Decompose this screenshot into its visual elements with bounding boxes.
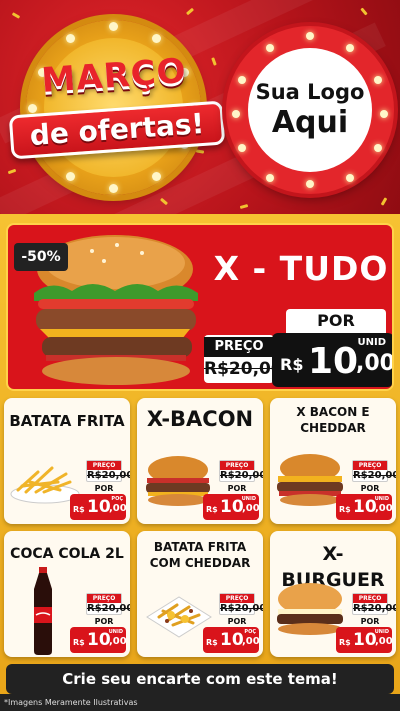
old-price: R$20,00 (353, 470, 396, 481)
por-label: POR (227, 617, 247, 626)
preco-label: PREÇO (353, 594, 387, 603)
disclaimer-text: *Imagens Meramente Ilustrativas (0, 694, 400, 711)
product-card[interactable]: BATATA FRITA PREÇO R$20,00 POR POÇ R$ 10… (4, 398, 130, 524)
featured-old-price: R$20,00 (204, 359, 283, 379)
unit-label: POÇ (111, 496, 123, 502)
price-tag: UNID R$ 10 ,00 (70, 627, 127, 653)
price-dec: ,00 (242, 503, 260, 514)
cta-banner[interactable]: Crie seu encarte com este tema! (6, 664, 394, 694)
preco-label: PREÇO (220, 594, 254, 603)
old-price: R$20,00 (220, 470, 263, 481)
price-int: 10 (87, 497, 111, 517)
preco-label: PREÇO (353, 461, 387, 470)
price-int: 10 (87, 630, 111, 650)
price-dec: ,00 (375, 636, 393, 647)
price-tag: POÇ R$ 10 ,00 (203, 627, 260, 653)
product-name: COCA COLA 2L (10, 546, 124, 562)
old-price-box: PREÇO R$20,00 (86, 460, 130, 482)
old-price-box: PREÇO R$20,00 (219, 460, 263, 482)
featured-por-label: POR (286, 309, 386, 333)
price-tag: UNID R$ 10 ,00 (336, 627, 393, 653)
price-dec: ,00 (242, 636, 260, 647)
product-card[interactable]: COCA COLA 2L PREÇO R$20,00 POR UNID R$ 1… (4, 531, 130, 657)
product-name: X-BACON (146, 407, 254, 431)
price-int: 10 (353, 630, 377, 650)
featured-product-name: X - TUDO (213, 249, 389, 288)
price-dec: ,00 (109, 503, 127, 514)
featured-currency: R$ (280, 355, 304, 374)
product-card[interactable]: X-BURGUER PREÇO R$20,00 POR UNID R$ 10 ,… (270, 531, 396, 657)
preco-label: PREÇO (220, 461, 254, 470)
featured-price-dec: ,00 (356, 351, 394, 376)
price-int: 10 (353, 497, 377, 517)
old-price-box: PREÇO R$20,00 (86, 593, 130, 615)
por-label: POR (360, 617, 380, 626)
old-price: R$20,00 (353, 603, 396, 614)
currency: R$ (73, 638, 85, 647)
por-label: POR (94, 617, 114, 626)
currency: R$ (339, 505, 351, 514)
price-dec: ,00 (109, 636, 127, 647)
product-card[interactable]: X BACON E CHEDDAR PREÇO R$20,00 POR UNID… (270, 398, 396, 524)
featured-preco-label: PREÇO (204, 337, 274, 357)
old-price-box: PREÇO R$20,00 (219, 593, 263, 615)
featured-unit-label: UNID (357, 337, 386, 348)
logo-placeholder: Sua Logo Aqui (226, 26, 394, 194)
header-banner: MARÇO de ofertas! Sua Logo Aqui (0, 0, 400, 218)
currency: R$ (339, 638, 351, 647)
featured-price-tag: UNID R$ 10 ,00 (272, 333, 394, 387)
old-price: R$20,00 (87, 470, 130, 481)
discount-badge: -50% (14, 243, 68, 271)
currency: R$ (206, 505, 218, 514)
product-card[interactable]: BATATA FRITA COM CHEDDAR PREÇO R$20,00 P… (137, 531, 263, 657)
featured-old-price-box: PREÇO R$20,00 (204, 335, 283, 383)
logo-text-line1: Sua Logo (255, 80, 365, 104)
currency: R$ (206, 638, 218, 647)
old-price: R$20,00 (87, 603, 130, 614)
old-price-box: PREÇO R$20,00 (352, 593, 396, 615)
price-dec: ,00 (375, 503, 393, 514)
por-label: POR (94, 484, 114, 493)
product-card[interactable]: X-BACON PREÇO R$20,00 POR UNID R$ 10 ,00 (137, 398, 263, 524)
logo-text-line2: Aqui (271, 105, 349, 140)
por-label: POR (360, 484, 380, 493)
preco-label: PREÇO (87, 461, 121, 470)
product-name: BATATA FRITA COM CHEDDAR (149, 540, 251, 570)
featured-price-int: 10 (308, 341, 359, 382)
old-price: R$20,00 (220, 603, 263, 614)
featured-product[interactable]: -50% X - TUDO POR PREÇO R$20,00 UNID R$ … (6, 223, 394, 391)
por-label: POR (227, 484, 247, 493)
unit-label: POÇ (244, 629, 256, 635)
cola-bottle-image (34, 567, 52, 655)
preco-label: PREÇO (87, 594, 121, 603)
price-tag: UNID R$ 10 ,00 (336, 494, 393, 520)
price-int: 10 (220, 497, 244, 517)
old-price-box: PREÇO R$20,00 (352, 460, 396, 482)
currency: R$ (73, 505, 85, 514)
product-name: BATATA FRITA (9, 412, 125, 430)
product-name: X BACON E CHEDDAR (296, 405, 370, 435)
price-tag: UNID R$ 10 ,00 (203, 494, 260, 520)
price-tag: POÇ R$ 10 ,00 (70, 494, 127, 520)
price-int: 10 (220, 630, 244, 650)
